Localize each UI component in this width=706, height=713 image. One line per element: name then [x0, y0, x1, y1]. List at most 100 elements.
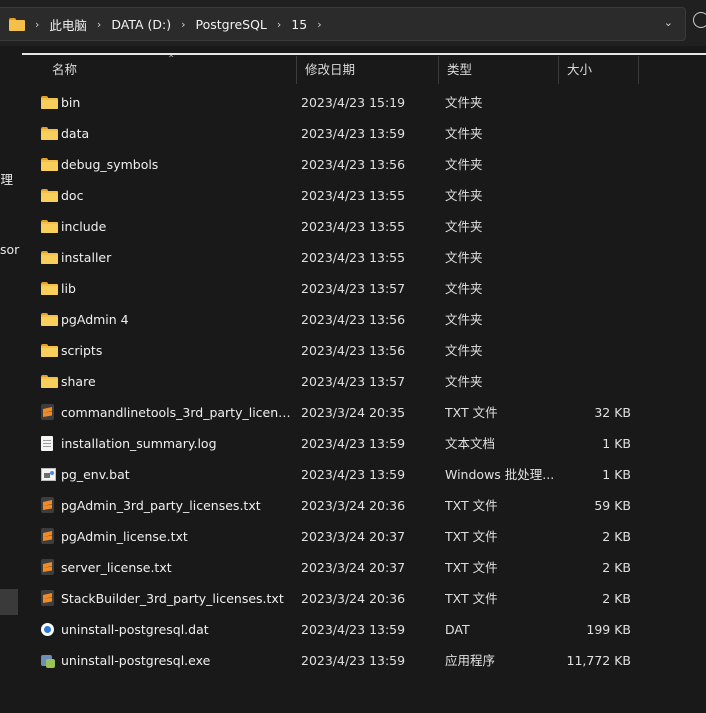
file-type: DAT: [445, 622, 470, 637]
nav-selected-item[interactable]: [0, 589, 18, 615]
folder-icon: [41, 375, 58, 388]
file-date: 2023/4/23 15:19: [301, 95, 406, 110]
breadcrumb-postgresql[interactable]: PostgreSQL: [196, 17, 267, 32]
file-name[interactable]: server_license.txt: [61, 552, 291, 583]
nav-item-fragment[interactable]: 管理: [0, 169, 13, 188]
file-name[interactable]: scripts: [61, 335, 291, 366]
file-row[interactable]: scripts 2023/4/23 13:56 文件夹: [22, 335, 706, 366]
folder-icon: [41, 158, 58, 171]
file-name[interactable]: pgAdmin_license.txt: [61, 521, 291, 552]
breadcrumb-15[interactable]: 15: [291, 17, 307, 32]
file-name[interactable]: debug_symbols: [61, 149, 291, 180]
file-size: 2 KB: [602, 560, 631, 575]
folder-icon: [41, 96, 58, 109]
file-size: [559, 211, 631, 242]
file-size: 199 KB: [586, 622, 631, 637]
file-size: [559, 149, 631, 180]
file-row[interactable]: include 2023/4/23 13:55 文件夹: [22, 211, 706, 242]
file-name[interactable]: commandlinetools_3rd_party_licenses...: [61, 397, 291, 428]
file-type: 文件夹: [445, 188, 483, 203]
file-type: TXT 文件: [445, 498, 498, 513]
nav-item-fragment[interactable]: sor: [0, 242, 19, 257]
file-date: 2023/4/23 13:57: [301, 374, 406, 389]
file-date: 2023/4/23 13:55: [301, 188, 406, 203]
file-date: 2023/4/23 13:55: [301, 219, 406, 234]
file-date: 2023/4/23 13:56: [301, 157, 406, 172]
file-size: 11,772 KB: [566, 653, 631, 668]
file-row[interactable]: pgAdmin 4 2023/4/23 13:56 文件夹: [22, 304, 706, 335]
file-type: Windows 批处理...: [445, 467, 555, 482]
file-date: 2023/4/23 13:59: [301, 126, 406, 141]
file-row[interactable]: installer 2023/4/23 13:55 文件夹: [22, 242, 706, 273]
file-row[interactable]: bin 2023/4/23 15:19 文件夹: [22, 87, 706, 118]
file-name[interactable]: installation_summary.log: [61, 428, 291, 459]
folder-icon: [41, 251, 58, 264]
file-row[interactable]: pg_env.bat 2023/4/23 13:59 Windows 批处理... 1…: [22, 459, 706, 490]
file-row[interactable]: server_license.txt 2023/3/24 20:37 TXT 文件 2…: [22, 552, 706, 583]
column-size[interactable]: 大小: [559, 56, 639, 84]
file-date: 2023/4/23 13:59: [301, 467, 406, 482]
breadcrumb-drive[interactable]: DATA (D:): [111, 17, 171, 32]
file-type: 文件夹: [445, 281, 483, 296]
folder-icon: [41, 313, 58, 326]
file-row[interactable]: lib 2023/4/23 13:57 文件夹: [22, 273, 706, 304]
refresh-icon[interactable]: [693, 12, 706, 28]
file-date: 2023/4/23 13:59: [301, 436, 406, 451]
file-name[interactable]: StackBuilder_3rd_party_licenses.txt: [61, 583, 291, 614]
column-date[interactable]: 修改日期: [297, 56, 440, 84]
file-row[interactable]: doc 2023/4/23 13:55 文件夹: [22, 180, 706, 211]
address-bar[interactable]: › 此电脑 › DATA (D:) › PostgreSQL › 15 › ⌄: [0, 7, 686, 41]
file-row[interactable]: data 2023/4/23 13:59 文件夹: [22, 118, 706, 149]
focus-divider: [22, 53, 706, 55]
file-size: [559, 242, 631, 273]
file-row[interactable]: uninstall-postgresql.dat 2023/4/23 13:59 D…: [22, 614, 706, 645]
file-name[interactable]: doc: [61, 180, 291, 211]
sublime-text-file-icon: [41, 404, 54, 420]
file-row[interactable]: share 2023/4/23 13:57 文件夹: [22, 366, 706, 397]
file-type: 文件夹: [445, 374, 483, 389]
file-row[interactable]: debug_symbols 2023/4/23 13:56 文件夹: [22, 149, 706, 180]
file-name[interactable]: include: [61, 211, 291, 242]
column-type[interactable]: 类型: [439, 56, 557, 84]
text-document-icon: [41, 436, 53, 451]
sublime-text-file-icon: [41, 559, 54, 575]
file-name[interactable]: pgAdmin_3rd_party_licenses.txt: [61, 490, 291, 521]
column-divider[interactable]: [638, 56, 639, 84]
file-name[interactable]: share: [61, 366, 291, 397]
file-date: 2023/3/24 20:37: [301, 529, 406, 544]
file-row[interactable]: commandlinetools_3rd_party_licenses... 20…: [22, 397, 706, 428]
file-name[interactable]: bin: [61, 87, 291, 118]
file-date: 2023/4/23 13:57: [301, 281, 406, 296]
file-name[interactable]: pg_env.bat: [61, 459, 291, 490]
file-date: 2023/3/24 20:35: [301, 405, 406, 420]
file-row[interactable]: installation_summary.log 2023/4/23 13:59 文…: [22, 428, 706, 459]
breadcrumb-this-pc[interactable]: 此电脑: [49, 15, 87, 34]
file-type: TXT 文件: [445, 405, 498, 420]
column-name[interactable]: 名称: [44, 56, 298, 84]
folder-icon: [41, 189, 58, 202]
batch-file-icon: [41, 468, 56, 481]
file-name[interactable]: installer: [61, 242, 291, 273]
dat-file-icon: [41, 623, 54, 636]
file-row[interactable]: uninstall-postgresql.exe 2023/4/23 13:59 应…: [22, 645, 706, 676]
folder-icon: [41, 127, 58, 140]
file-size: 2 KB: [602, 591, 631, 606]
file-row[interactable]: pgAdmin_license.txt 2023/3/24 20:37 TXT 文件…: [22, 521, 706, 552]
file-size: 2 KB: [602, 529, 631, 544]
sublime-text-file-icon: [41, 590, 54, 606]
file-date: 2023/4/23 13:55: [301, 250, 406, 265]
file-date: 2023/4/23 13:56: [301, 312, 406, 327]
file-size: 1 KB: [602, 436, 631, 451]
file-name[interactable]: uninstall-postgresql.exe: [61, 645, 291, 676]
file-name[interactable]: data: [61, 118, 291, 149]
file-type: TXT 文件: [445, 529, 498, 544]
file-row[interactable]: StackBuilder_3rd_party_licenses.txt 2023/…: [22, 583, 706, 614]
file-row[interactable]: pgAdmin_3rd_party_licenses.txt 2023/3/24 …: [22, 490, 706, 521]
file-name[interactable]: lib: [61, 273, 291, 304]
file-name[interactable]: pgAdmin 4: [61, 304, 291, 335]
sublime-text-file-icon: [41, 497, 54, 513]
folder-icon: [41, 282, 58, 295]
file-name[interactable]: uninstall-postgresql.dat: [61, 614, 291, 645]
chevron-down-icon[interactable]: ⌄: [664, 16, 673, 29]
file-type: 文件夹: [445, 219, 483, 234]
